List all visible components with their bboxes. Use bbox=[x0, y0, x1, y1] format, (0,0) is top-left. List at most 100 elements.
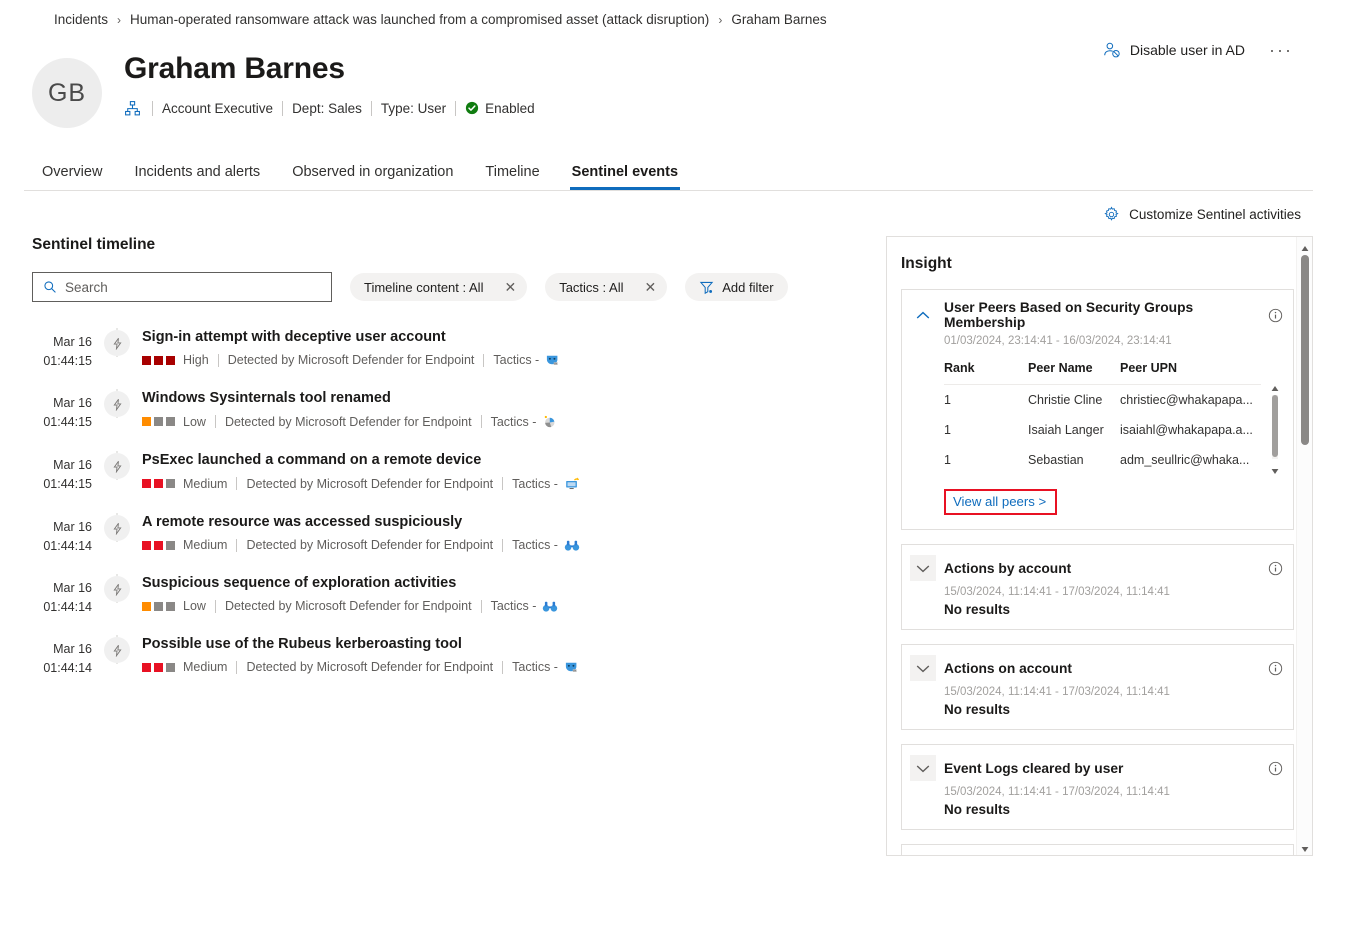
filter-pill-timeline-content[interactable]: Timeline content : All ✕ bbox=[350, 273, 527, 301]
timeline-item-time: Mar 16 01:44:15 bbox=[32, 389, 92, 432]
more-actions-button[interactable]: ··· bbox=[1265, 39, 1297, 61]
detection-source: Detected by Microsoft Defender for Endpo… bbox=[225, 599, 472, 613]
search-box[interactable] bbox=[32, 272, 332, 302]
scroll-up-arrow-icon[interactable] bbox=[1270, 381, 1280, 391]
insight-card-header[interactable]: Actions by account bbox=[910, 555, 1283, 581]
timeline-item-title[interactable]: Suspicious sequence of exploration activ… bbox=[142, 575, 456, 591]
timeline-item-title[interactable]: A remote resource was accessed suspiciou… bbox=[142, 514, 462, 530]
status-label: Enabled bbox=[485, 101, 535, 116]
insight-card-header[interactable]: User Peers Based on Security Groups Memb… bbox=[910, 300, 1283, 330]
severity-indicator bbox=[142, 663, 175, 672]
timeline-item-title[interactable]: Sign-in attempt with deceptive user acco… bbox=[142, 329, 446, 345]
filter-pill-label: Timeline content : All bbox=[350, 280, 493, 295]
insight-panel-scrollbar[interactable] bbox=[1296, 237, 1312, 855]
chevron-down-icon[interactable] bbox=[910, 655, 936, 681]
timeline-rail bbox=[92, 513, 142, 541]
sub-divider bbox=[236, 539, 237, 552]
user-department: Dept: Sales bbox=[292, 101, 362, 116]
tab-timeline[interactable]: Timeline bbox=[483, 158, 541, 190]
filter-pill-tactics[interactable]: Tactics : All ✕ bbox=[545, 273, 667, 301]
timeline-item[interactable]: Mar 16 01:44:14 Possible use of the Rube… bbox=[32, 635, 886, 696]
timeline-item[interactable]: Mar 16 01:44:15 Sign-in attempt with dec… bbox=[32, 328, 886, 389]
chevron-down-icon[interactable] bbox=[910, 555, 936, 581]
info-icon[interactable] bbox=[1268, 661, 1283, 676]
chevron-down-icon[interactable] bbox=[910, 855, 936, 856]
timeline-item[interactable]: Mar 16 01:44:15 PsExec launched a comman… bbox=[32, 451, 886, 513]
insight-card-header[interactable]: Group additions bbox=[910, 855, 1283, 856]
insight-card-daterange: 15/03/2024, 11:14:41 - 17/03/2024, 11:14… bbox=[944, 786, 1283, 798]
breadcrumb-item-incidents[interactable]: Incidents bbox=[54, 12, 108, 27]
tab-sentinel-events[interactable]: Sentinel events bbox=[570, 158, 680, 190]
close-icon[interactable]: ✕ bbox=[493, 273, 527, 301]
sub-divider bbox=[215, 600, 216, 613]
scroll-up-arrow-icon[interactable] bbox=[1300, 241, 1310, 251]
close-icon[interactable]: ✕ bbox=[634, 273, 668, 301]
timeline-item-title[interactable]: PsExec launched a command on a remote de… bbox=[142, 452, 481, 468]
severity-label: Medium bbox=[183, 660, 227, 674]
timeline-list: Mar 16 01:44:15 Sign-in attempt with dec… bbox=[32, 328, 886, 696]
search-input[interactable] bbox=[65, 280, 331, 295]
tab-overview[interactable]: Overview bbox=[40, 158, 104, 190]
column-header-peer-name: Peer Name bbox=[1028, 357, 1120, 385]
sub-divider bbox=[502, 661, 503, 674]
header-actions: Disable user in AD ··· bbox=[1101, 37, 1297, 63]
column-header-rank: Rank bbox=[944, 357, 1028, 385]
tab-observed-in-organization[interactable]: Observed in organization bbox=[290, 158, 455, 190]
meta-divider bbox=[455, 101, 456, 116]
severity-indicator bbox=[142, 356, 175, 365]
insight-card-title: Actions by account bbox=[944, 561, 1260, 576]
add-filter-button[interactable]: Add filter bbox=[685, 273, 787, 301]
chevron-up-icon[interactable] bbox=[910, 302, 936, 328]
severity-indicator bbox=[142, 541, 175, 550]
peers-table-scrollbar[interactable] bbox=[1269, 381, 1281, 473]
info-icon[interactable] bbox=[1268, 761, 1283, 776]
table-row[interactable]: 1 Sebastian adm_seullric@whaka... bbox=[944, 445, 1261, 475]
severity-label: High bbox=[183, 353, 209, 367]
cell-peer-name: Christie Cline bbox=[1028, 385, 1120, 416]
info-icon[interactable] bbox=[1268, 308, 1283, 323]
search-icon bbox=[43, 280, 57, 294]
timeline-item-title[interactable]: Windows Sysinternals tool renamed bbox=[142, 390, 391, 406]
info-icon[interactable] bbox=[1268, 561, 1283, 576]
sphere-icon bbox=[542, 414, 557, 429]
timeline-item-subline: Medium Detected by Microsoft Defender fo… bbox=[142, 538, 886, 552]
disable-user-button[interactable]: Disable user in AD bbox=[1101, 37, 1247, 63]
tab-incidents-and-alerts[interactable]: Incidents and alerts bbox=[132, 158, 262, 190]
sub-divider bbox=[481, 415, 482, 428]
insight-card-actions-on-account: Actions on account 15/03/2024, 11:14:41 … bbox=[901, 644, 1294, 730]
tactics-label: Tactics - bbox=[491, 599, 537, 613]
customize-sentinel-activities-button[interactable]: Customize Sentinel activities bbox=[1099, 203, 1305, 226]
timeline-item-time: Mar 16 01:44:14 bbox=[32, 574, 92, 617]
sub-divider bbox=[481, 600, 482, 613]
insight-title: Insight bbox=[901, 255, 1294, 273]
timeline-item-body: Possible use of the Rubeus kerberoasting… bbox=[142, 635, 886, 696]
cell-rank: 1 bbox=[944, 445, 1028, 475]
meta-divider bbox=[282, 101, 283, 116]
scroll-down-arrow-icon[interactable] bbox=[1270, 463, 1280, 473]
view-all-peers-link[interactable]: View all peers > bbox=[944, 489, 1057, 515]
scrollbar-thumb[interactable] bbox=[1301, 255, 1309, 445]
insight-card-header[interactable]: Event Logs cleared by user bbox=[910, 755, 1283, 781]
chevron-down-icon[interactable] bbox=[910, 755, 936, 781]
timeline-item-body: Suspicious sequence of exploration activ… bbox=[142, 574, 886, 635]
timeline-rail bbox=[92, 635, 142, 663]
insight-card-header[interactable]: Actions on account bbox=[910, 655, 1283, 681]
alert-bolt-icon bbox=[104, 576, 130, 602]
customize-row: Customize Sentinel activities bbox=[24, 191, 1313, 236]
timeline-item[interactable]: Mar 16 01:44:14 A remote resource was ac… bbox=[32, 513, 886, 574]
cell-rank: 1 bbox=[944, 385, 1028, 416]
table-row[interactable]: 1 Christie Cline christiec@whakapapa... bbox=[944, 385, 1261, 416]
table-row[interactable]: 1 Isaiah Langer isaiahl@whakapapa.a... bbox=[944, 415, 1261, 445]
tactics-label: Tactics - bbox=[493, 353, 539, 367]
gear-icon bbox=[1103, 206, 1120, 223]
cell-peer-upn: christiec@whakapapa... bbox=[1120, 385, 1261, 416]
scrollbar-thumb[interactable] bbox=[1272, 395, 1278, 457]
timeline-item[interactable]: Mar 16 01:44:15 Windows Sysinternals too… bbox=[32, 389, 886, 451]
alert-bolt-icon bbox=[104, 515, 130, 541]
insight-card-title: User Peers Based on Security Groups Memb… bbox=[944, 300, 1260, 330]
scroll-down-arrow-icon[interactable] bbox=[1300, 841, 1310, 851]
cell-peer-upn: isaiahl@whakapapa.a... bbox=[1120, 415, 1261, 445]
timeline-item-title[interactable]: Possible use of the Rubeus kerberoasting… bbox=[142, 636, 462, 652]
breadcrumb-item-incident[interactable]: Human-operated ransomware attack was lau… bbox=[130, 12, 709, 27]
timeline-item[interactable]: Mar 16 01:44:14 Suspicious sequence of e… bbox=[32, 574, 886, 635]
